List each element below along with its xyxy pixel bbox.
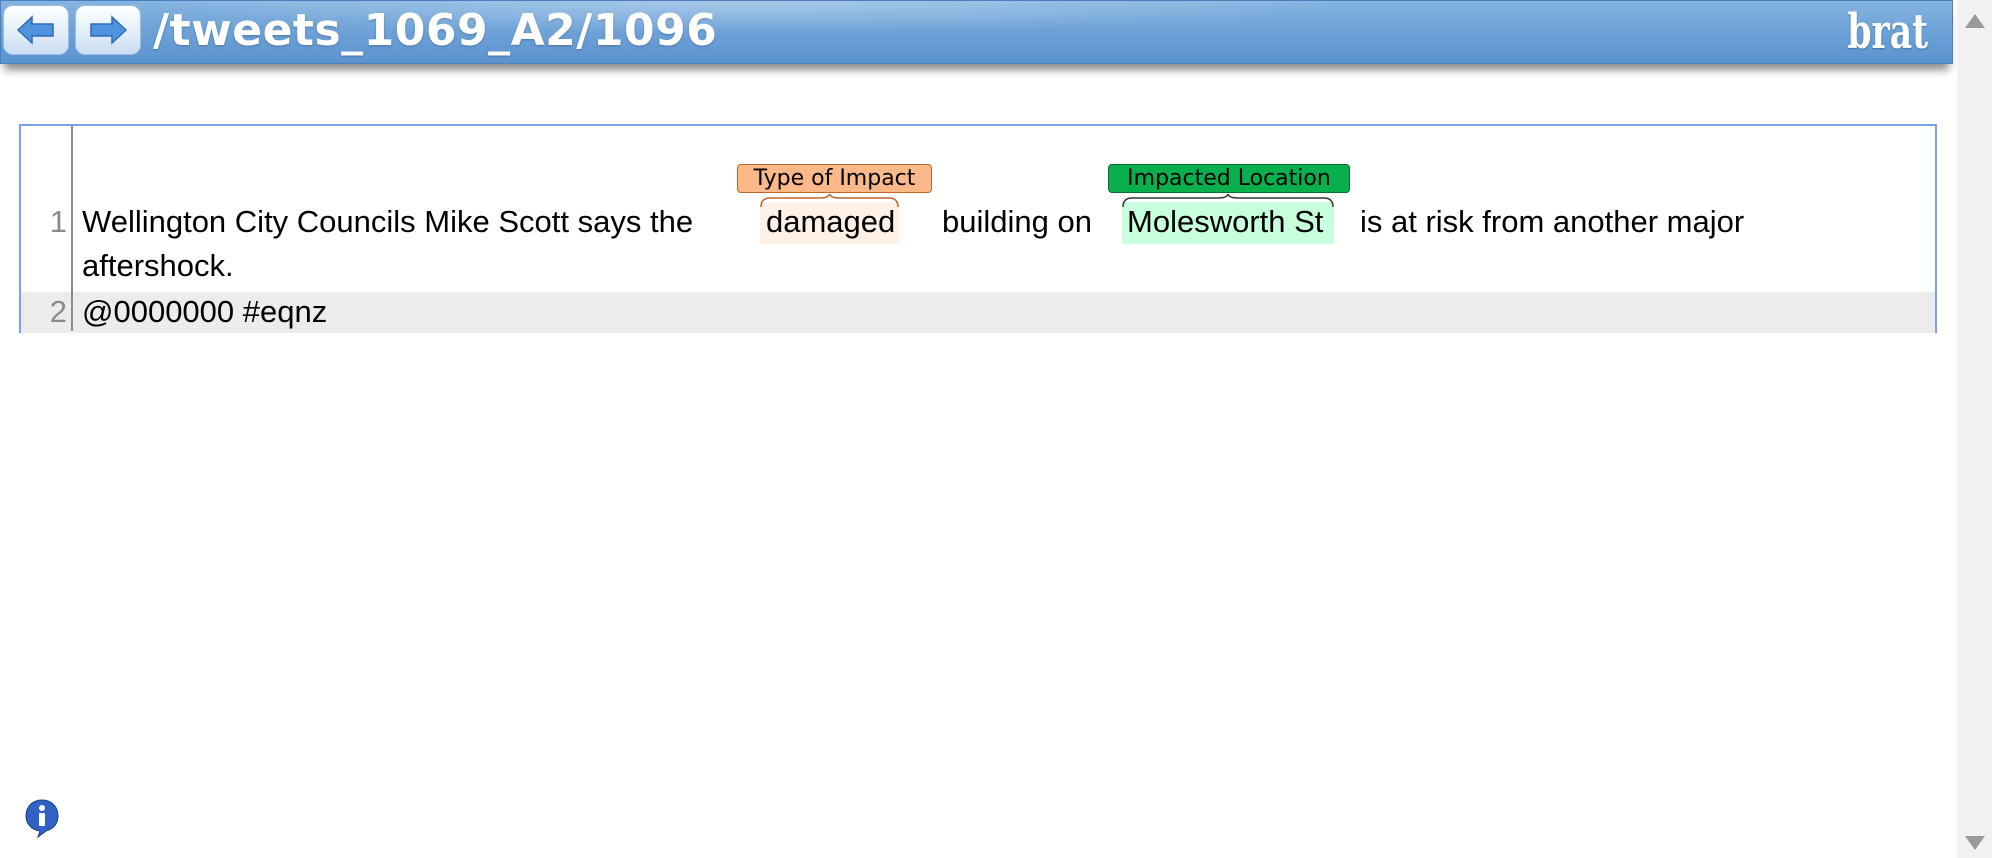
text-segment: aftershock. [82,248,234,283]
text-segment: building on [942,204,1092,239]
document-panel: Type of Impact Impacted Location 1 Welli… [19,124,1937,333]
annotation-label-type-of-impact[interactable]: Type of Impact [737,164,932,193]
line-number: 2 [49,294,67,329]
next-document-button[interactable] [75,5,141,55]
vertical-scrollbar[interactable] [1957,0,1992,858]
text-segment: @0000000 #eqnz [82,294,328,329]
scroll-up-arrow-icon[interactable] [1965,14,1985,28]
annotated-text-damaged[interactable]: damaged [766,204,895,240]
arrow-left-icon [16,15,54,45]
header-bar: /tweets_1069_A2/1096 brat [0,0,1953,64]
arrow-right-icon [90,15,128,45]
document-path-title: /tweets_1069_A2/1096 [153,5,718,56]
scroll-down-arrow-icon[interactable] [1965,836,1985,850]
brat-logo: brat [1847,4,1928,60]
info-icon[interactable] [24,798,60,838]
line-number-gutter [71,126,73,331]
text-segment: Wellington City Councils Mike Scott says… [82,204,694,239]
annotation-label-impacted-location[interactable]: Impacted Location [1108,164,1350,193]
line-number: 1 [49,204,67,239]
annotated-text-molesworth-st[interactable]: Molesworth St [1127,204,1323,240]
previous-document-button[interactable] [3,5,69,55]
text-segment: is at risk from another major [1360,204,1745,239]
